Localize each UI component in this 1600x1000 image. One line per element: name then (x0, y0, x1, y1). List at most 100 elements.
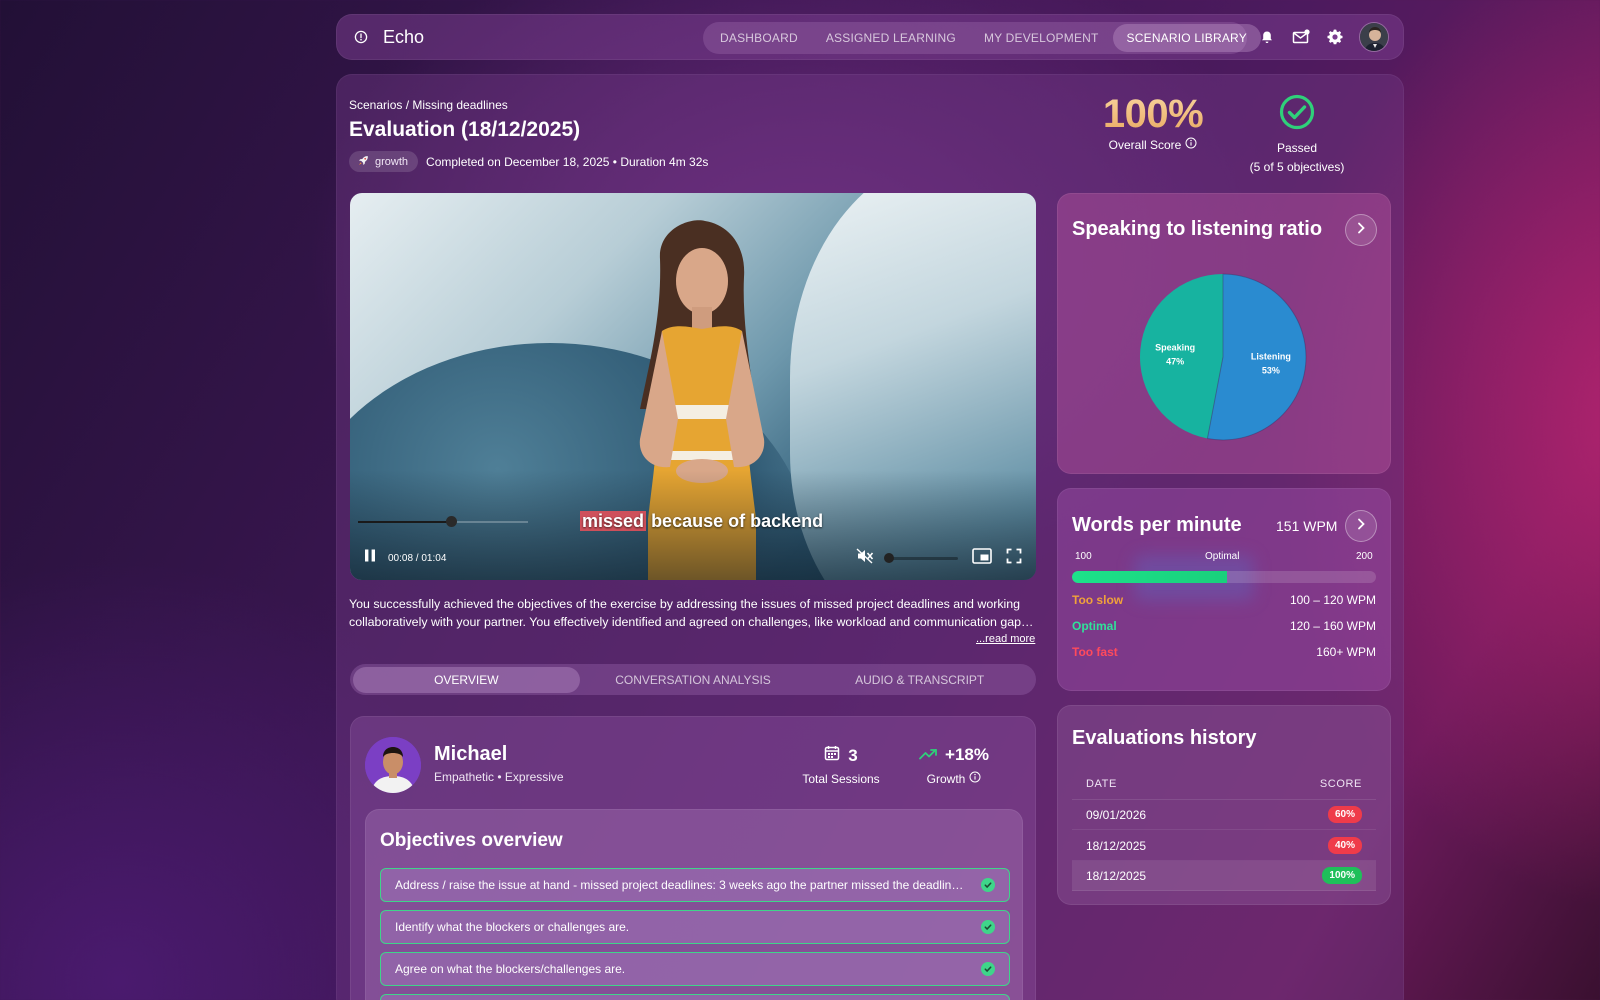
persona-traits: Empathetic • Expressive (434, 770, 564, 784)
ratio-details-button[interactable] (1345, 214, 1377, 246)
check-icon (981, 878, 995, 892)
calendar-icon (824, 745, 840, 766)
video-progress-handle[interactable] (445, 516, 457, 527)
history-date: 18/12/2025 (1086, 838, 1147, 853)
objective-item[interactable] (380, 994, 1010, 1000)
video-progress-bar[interactable] (358, 516, 528, 527)
tab-conversation-analysis[interactable]: CONVERSATION ANALYSIS (580, 667, 807, 693)
pass-status: Passed (5 of 5 objectives) (1236, 94, 1358, 177)
fullscreen-icon[interactable] (1006, 548, 1022, 569)
picture-in-picture-icon[interactable] (972, 548, 992, 569)
wpm-scale-mid: Optimal (1205, 551, 1240, 562)
caption-highlight: missed (580, 511, 647, 531)
tab-overview[interactable]: OVERVIEW (353, 666, 580, 693)
volume-slider[interactable] (884, 553, 958, 563)
rocket-icon (358, 155, 369, 169)
history-row[interactable]: 18/12/2025 100% (1072, 861, 1376, 891)
wpm-scale-max: 200 (1356, 551, 1373, 562)
pass-status-text: Passed (1276, 141, 1318, 155)
pie-value-speaking: 47% (1166, 356, 1184, 366)
video-player[interactable]: missed because of backend 00:08 / 01:04 (350, 193, 1036, 580)
wpm-bar (1072, 571, 1376, 583)
wpm-details-button[interactable] (1345, 510, 1377, 542)
nav-icons (1257, 22, 1389, 52)
wpm-title: Words per minute (1072, 514, 1242, 536)
video-controls: 00:08 / 01:04 (350, 536, 1036, 580)
history-date: 18/12/2025 (1086, 868, 1147, 883)
nav-tabs: DASHBOARD ASSIGNED LEARNING MY DEVELOPME… (703, 22, 1261, 54)
top-nav: Echo DASHBOARD ASSIGNED LEARNING MY DEVE… (336, 14, 1404, 60)
persona-name: Michael (434, 743, 508, 765)
speaking-listening-card: Speaking to listening ratio Speaking 47%… (1057, 193, 1391, 474)
score-value: 100% (1100, 92, 1206, 137)
page-title: Evaluation (18/12/2025) (349, 118, 581, 141)
trending-up-icon (919, 745, 937, 765)
video-time: 00:08 / 01:04 (388, 552, 447, 564)
check-circle-icon (1279, 94, 1315, 134)
wpm-row-too-slow: Too slow 100 – 120 WPM (1072, 593, 1376, 607)
tag-label: growth (375, 155, 409, 168)
breadcrumb[interactable]: Scenarios / Missing deadlines (349, 98, 508, 112)
ratio-pie-chart: Speaking 47% Listening 53% (1140, 273, 1307, 441)
video-progress-fill (358, 521, 451, 523)
growth-stat: +18% Growth (911, 745, 997, 786)
pie-value-listening: 53% (1262, 366, 1280, 376)
video-caption: missed because of backend (580, 511, 823, 532)
info-icon[interactable] (969, 771, 981, 786)
nav-tab-assigned-learning[interactable]: ASSIGNED LEARNING (812, 24, 970, 52)
objectives-title: Objectives overview (380, 830, 563, 851)
info-icon[interactable] (1185, 137, 1197, 152)
mute-icon[interactable] (856, 548, 874, 569)
score-label: Overall Score (1100, 137, 1206, 152)
objective-item[interactable]: Identify what the blockers or challenges… (380, 910, 1010, 944)
volume-handle[interactable] (884, 553, 894, 563)
tab-audio-transcript[interactable]: AUDIO & TRANSCRIPT (806, 667, 1033, 693)
pie-label-speaking: Speaking (1155, 342, 1195, 352)
sessions-label: Total Sessions (802, 772, 880, 786)
growth-value: +18% (945, 745, 989, 764)
wpm-row-optimal: Optimal 120 – 160 WPM (1072, 619, 1376, 633)
wpm-range-too-slow: 100 – 120 WPM (1289, 593, 1376, 607)
nav-tab-my-development[interactable]: MY DEVELOPMENT (970, 24, 1113, 52)
wpm-range-too-fast: 160+ WPM (1316, 645, 1376, 659)
chevron-right-icon (1356, 517, 1366, 535)
history-title: Evaluations history (1072, 727, 1257, 749)
bell-icon[interactable] (1257, 27, 1277, 47)
objective-text: Agree on what the blockers/challenges ar… (395, 962, 626, 976)
app-name: Echo (383, 26, 425, 47)
total-sessions-stat: 3 Total Sessions (791, 745, 891, 787)
objective-text: Address / raise the issue at hand - miss… (395, 878, 981, 892)
growth-label-text: Growth (926, 771, 966, 786)
nav-tab-scenario-library[interactable]: SCENARIO LIBRARY (1112, 24, 1261, 52)
pie-label-listening: Listening (1251, 352, 1291, 362)
nav-tab-dashboard[interactable]: DASHBOARD (706, 24, 812, 52)
history-row[interactable]: 18/12/2025 40% (1072, 831, 1376, 861)
evaluations-history-card: Evaluations history DATE SCORE 09/01/202… (1057, 705, 1391, 905)
objective-text: Identify what the blockers or challenges… (395, 920, 630, 934)
objective-item[interactable]: Agree on what the blockers/challenges ar… (380, 952, 1010, 986)
words-per-minute-card: Words per minute 151 WPM 100 Optimal 200… (1057, 488, 1391, 691)
user-avatar[interactable] (1359, 22, 1389, 52)
column-score: SCORE (1319, 777, 1362, 790)
wpm-row-too-fast: Too fast 160+ WPM (1072, 645, 1376, 659)
score-badge: 60% (1327, 806, 1362, 823)
section-tabs: OVERVIEW CONVERSATION ANALYSIS AUDIO & T… (350, 664, 1036, 695)
brand[interactable]: Echo (351, 27, 424, 48)
mail-icon[interactable] (1291, 27, 1311, 47)
overall-score: 100% Overall Score (1100, 92, 1206, 152)
score-label-text: Overall Score (1108, 137, 1182, 152)
score-badge: 40% (1327, 837, 1362, 854)
gear-icon[interactable] (1325, 27, 1345, 47)
ratio-title: Speaking to listening ratio (1072, 218, 1323, 240)
history-row[interactable]: 09/01/2026 60% (1072, 800, 1376, 830)
clock-icon (351, 27, 371, 47)
completion-info: Completed on December 18, 2025 • Duratio… (426, 154, 709, 169)
read-more-link[interactable]: ...read more (976, 633, 1035, 645)
column-date: DATE (1086, 777, 1117, 790)
objective-item[interactable]: Address / raise the issue at hand - miss… (380, 868, 1010, 902)
wpm-value: 151 WPM (1276, 518, 1338, 534)
persona-card: Michael Empathetic • Expressive 3 Total … (350, 716, 1036, 1000)
sessions-value: 3 (848, 745, 858, 765)
pause-icon[interactable] (364, 549, 376, 567)
meta-row: growth Completed on December 18, 2025 • … (349, 151, 708, 172)
